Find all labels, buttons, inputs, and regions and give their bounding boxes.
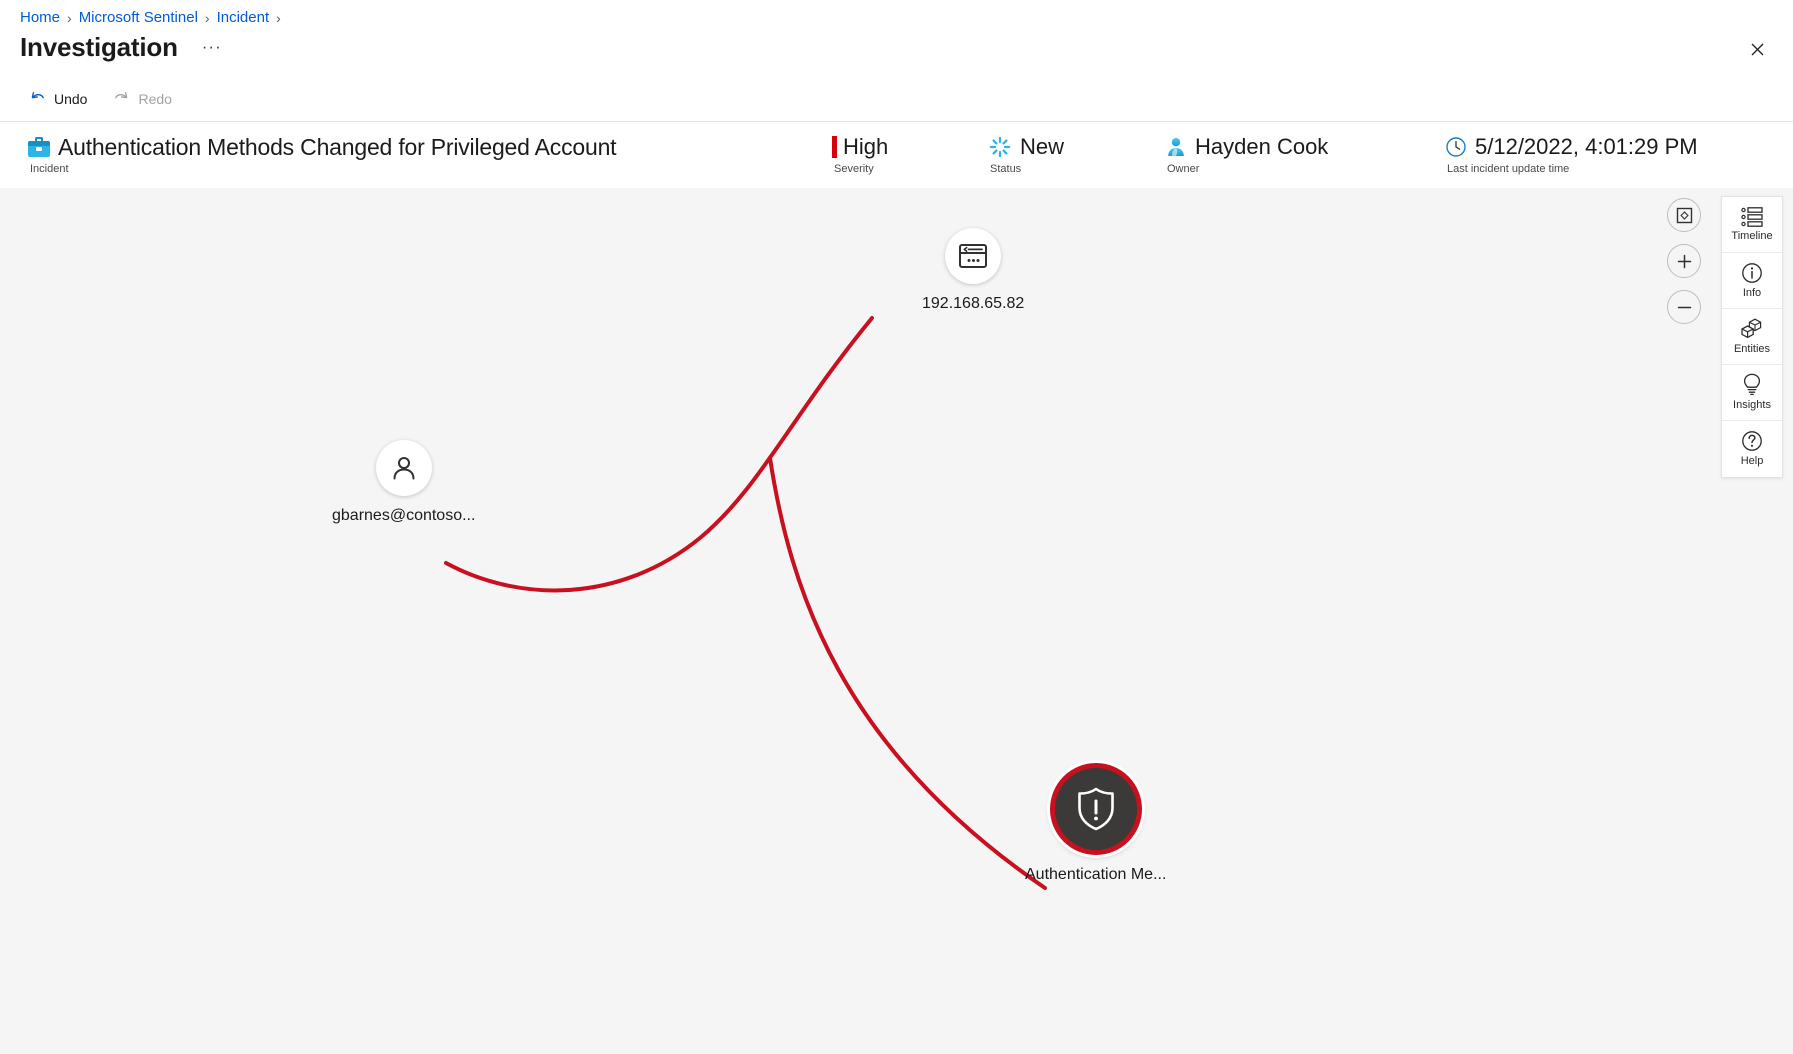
incident-title-sublabel: Incident [30,163,69,175]
last-update-field: 5/12/2022, 4:01:29 PM Last incident upda… [1445,133,1698,176]
entities-icon [1741,318,1762,338]
breadcrumb-item-incident[interactable]: Incident [217,8,270,28]
severity-field: High Severity [832,133,888,176]
tool-item-label: Info [1742,286,1762,299]
undo-label: Undo [54,91,88,107]
timeline-icon [1741,206,1763,227]
tool-item-label: Help [1740,455,1764,467]
graph-node-incident[interactable]: Authentication Me... [1025,763,1166,885]
investigation-tool-rail: Timeline Info Entities Insights Help [1721,196,1783,478]
status-new-icon [988,135,1012,159]
incident-shield-icon [1077,787,1114,831]
minus-icon [1677,306,1691,308]
status-value-row: New [988,133,1064,161]
owner-sublabel: Owner [1167,163,1200,175]
graph-node-circle[interactable] [375,440,432,496]
breadcrumb: Home › Microsoft Sentinel › Incident › [20,8,281,28]
tool-item-label: Insights [1733,399,1771,411]
graph-node-account[interactable]: gbarnes@contoso... [332,440,475,526]
tool-item-entities[interactable]: Entities [1722,309,1782,365]
investigation-page: Home › Microsoft Sentinel › Incident › I… [0,0,1793,1054]
graph-node-label: Authentication Me... [1025,866,1167,883]
account-person-icon [393,457,415,480]
zoom-out-button[interactable] [1667,290,1701,324]
close-icon [1751,43,1763,55]
owner-field: Hayden Cook Owner [1165,133,1328,176]
tool-item-timeline[interactable]: Timeline [1722,197,1782,253]
undo-icon [29,91,46,107]
owner-value-row: Hayden Cook [1165,133,1328,161]
tool-item-label: Timeline [1731,229,1773,242]
owner-person-icon [1165,136,1187,158]
close-button[interactable] [1741,33,1773,65]
incident-summary-bar: Authentication Methods Changed for Privi… [0,122,1793,187]
graph-node-circle[interactable] [945,228,1002,284]
incident-title-field: Authentication Methods Changed for Privi… [28,133,617,176]
breadcrumb-separator-icon: › [276,10,281,26]
last-update-value: 5/12/2022, 4:01:29 PM [1475,134,1698,159]
zoom-controls [1667,198,1701,324]
breadcrumb-item-microsoft-sentinel[interactable]: Microsoft Sentinel [79,8,198,28]
breadcrumb-separator-icon: › [67,10,72,26]
tool-item-info[interactable]: Info [1722,253,1782,309]
severity-value-row: High [832,133,888,161]
status-value: New [1020,134,1065,159]
severity-indicator-icon [832,136,837,158]
insights-lightbulb-icon [1743,373,1761,396]
command-bar: Undo Redo [0,80,1793,118]
tool-item-label: Entities [1733,342,1771,355]
page-title: Investigation [20,32,178,62]
status-sublabel: Status [990,163,1022,175]
owner-value: Hayden Cook [1195,134,1329,159]
tool-item-help[interactable]: Help [1722,421,1782,477]
redo-label: Redo [138,91,172,107]
briefcase-icon [28,137,50,157]
page-title-row: Investigation ··· [20,30,228,64]
redo-icon [113,91,130,107]
graph-node-label: 192.168.65.82 [922,295,1025,312]
last-update-sublabel: Last incident update time [1447,163,1570,175]
tool-item-insights[interactable]: Insights [1722,365,1782,421]
investigation-graph-canvas[interactable]: 192.168.65.82 gbarnes@contoso... Authent… [0,188,1793,1054]
breadcrumb-separator-icon: › [204,10,210,26]
incident-title-value: Authentication Methods Changed for Privi… [28,133,617,161]
severity-value: High [843,134,889,159]
clock-icon [1445,136,1467,158]
graph-edges [444,316,1047,890]
severity-sublabel: Severity [834,163,874,175]
graph-node-circle-selected[interactable] [1049,763,1142,855]
graph-node-ip[interactable]: 192.168.65.82 [922,228,1024,314]
zoom-in-button[interactable] [1667,244,1701,278]
fit-to-screen-icon [1676,207,1692,223]
status-field: New Status [988,133,1064,176]
info-icon [1742,262,1762,283]
more-options-button[interactable]: ··· [196,38,228,55]
help-question-icon [1742,431,1762,451]
breadcrumb-item-home[interactable]: Home [20,8,60,28]
graph-node-label: gbarnes@contoso... [332,507,476,524]
redo-button[interactable]: Redo [102,85,182,113]
plus-icon [1677,254,1691,268]
undo-button[interactable]: Undo [18,85,98,113]
host-window-icon [959,244,988,268]
fit-to-screen-button[interactable] [1667,198,1701,232]
last-update-value-row: 5/12/2022, 4:01:29 PM [1445,133,1698,161]
incident-title-text: Authentication Methods Changed for Privi… [58,134,617,160]
